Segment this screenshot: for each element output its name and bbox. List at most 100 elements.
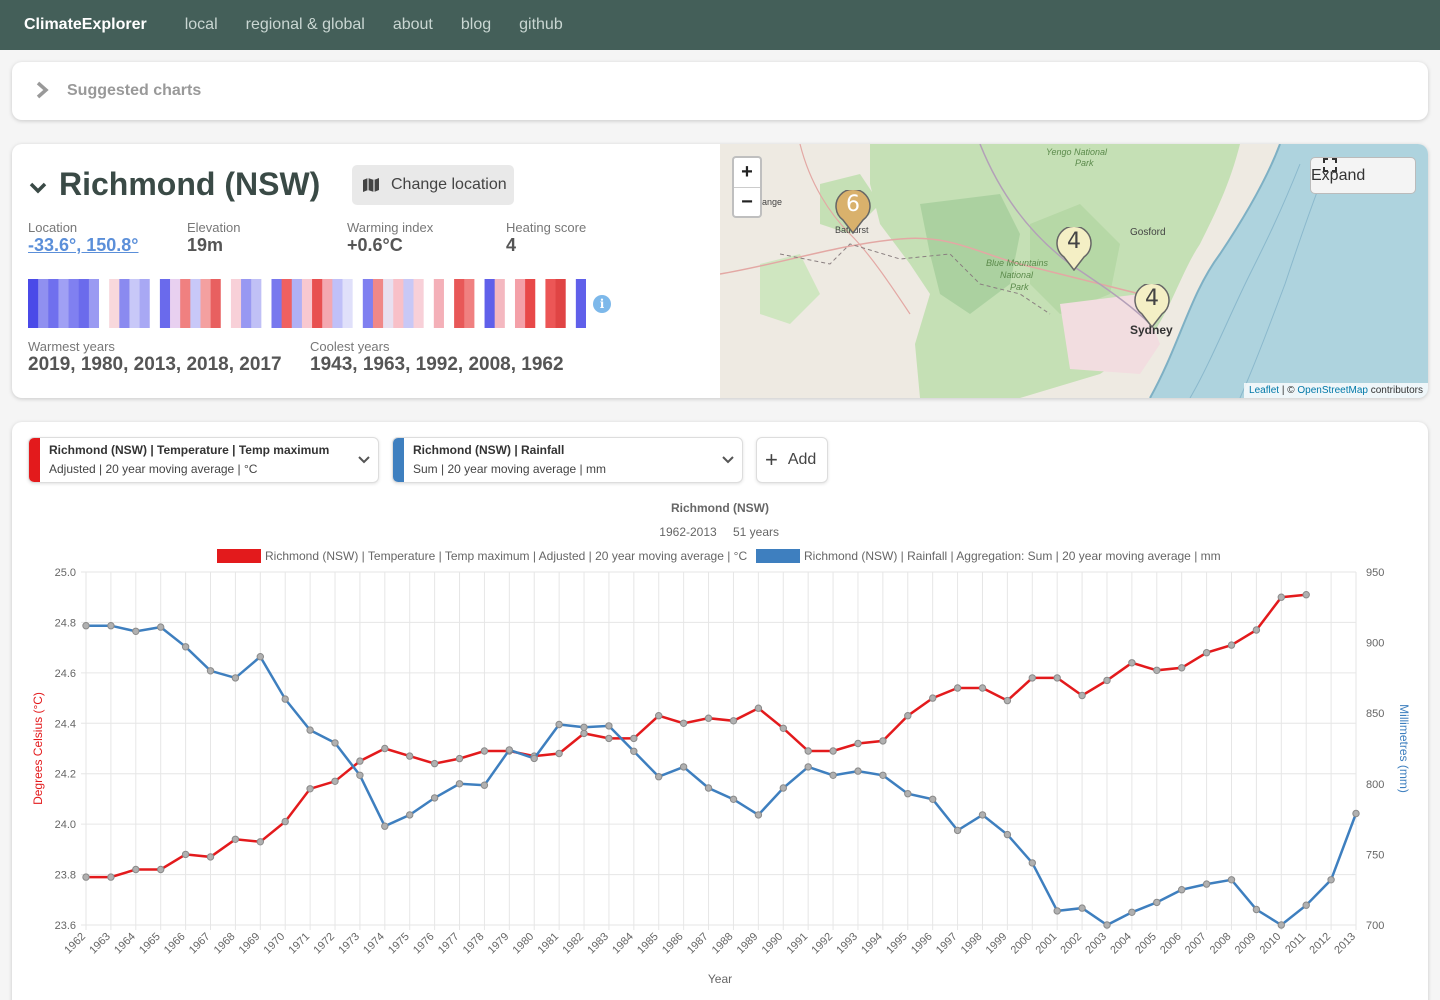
data-point-temperature bbox=[381, 744, 389, 753]
warming-stripe bbox=[261, 279, 272, 328]
nav-link-local[interactable]: local bbox=[185, 16, 218, 34]
map-marker-sydney[interactable]: 4 bbox=[1134, 284, 1170, 328]
nav-link-github[interactable]: github bbox=[519, 16, 563, 34]
warming-stripe bbox=[58, 279, 69, 328]
x-tick-label: 2013 bbox=[1332, 931, 1358, 957]
x-tick-label: 2008 bbox=[1208, 931, 1234, 957]
warming-stripe bbox=[433, 279, 445, 328]
data-point-rainfall bbox=[82, 622, 90, 630]
x-tick-label: 1964 bbox=[112, 931, 138, 957]
zoom-out-button[interactable]: − bbox=[734, 187, 760, 216]
map-place-yengo: Yengo National bbox=[1046, 147, 1108, 157]
warming-stripe bbox=[88, 279, 100, 328]
map-place-gosford: Gosford bbox=[1130, 227, 1166, 238]
series-line-temperature bbox=[86, 593, 1307, 879]
data-point-temperature bbox=[580, 729, 588, 738]
stat-heating-label: Heating score bbox=[506, 220, 587, 235]
data-point-rainfall bbox=[480, 781, 489, 789]
warming-stripe bbox=[352, 279, 364, 328]
suggested-charts-panel[interactable]: Suggested charts bbox=[12, 62, 1428, 120]
marker-count: 6 bbox=[846, 192, 860, 217]
data-point-rainfall bbox=[1327, 876, 1335, 884]
data-point-rainfall bbox=[779, 784, 787, 792]
x-tick-label: 1975 bbox=[386, 931, 412, 957]
coolest-years-value: 1943, 1963, 1992, 2008, 1962 bbox=[310, 354, 564, 375]
y-right-tick-label: 850 bbox=[1366, 708, 1384, 720]
data-point-temperature bbox=[804, 747, 812, 755]
map-marker-blue-mountains[interactable]: 4 bbox=[1056, 227, 1092, 271]
data-point-temperature bbox=[82, 873, 90, 881]
expand-icon bbox=[1323, 158, 1337, 172]
y-right-axis-title: Millimetres (mm) bbox=[1397, 704, 1411, 793]
change-location-button[interactable]: Change location bbox=[352, 165, 514, 205]
warming-stripe bbox=[312, 279, 323, 328]
data-point-rainfall bbox=[505, 746, 513, 754]
data-point-temperature bbox=[704, 714, 713, 722]
stat-elevation-label: Elevation bbox=[187, 220, 241, 235]
location-map[interactable]: Yengo National Park ange Bathurst Gosfor… bbox=[720, 144, 1428, 398]
y-left-tick-label: 24.2 bbox=[55, 769, 76, 781]
data-point-rainfall bbox=[430, 794, 439, 802]
data-point-temperature bbox=[679, 719, 688, 727]
attribution-tail: contributors bbox=[1367, 385, 1423, 396]
chart-title: Richmond (NSW) bbox=[671, 501, 769, 515]
data-point-rainfall bbox=[1078, 904, 1086, 912]
warming-stripe bbox=[474, 279, 485, 328]
x-tick-label: 2006 bbox=[1158, 931, 1184, 957]
data-point-rainfall bbox=[530, 754, 538, 763]
x-tick-label: 1993 bbox=[834, 931, 860, 957]
stat-location-link[interactable]: -33.6°, 150.8° bbox=[28, 235, 138, 256]
zoom-in-button[interactable]: + bbox=[734, 158, 760, 187]
data-point-rainfall bbox=[132, 627, 140, 636]
chevron-down-icon[interactable] bbox=[28, 180, 48, 196]
legend-label-temperature: Richmond (NSW) | Temperature | Temp maxi… bbox=[265, 549, 747, 563]
data-point-rainfall bbox=[1252, 905, 1261, 914]
data-point-temperature bbox=[406, 752, 414, 760]
warming-stripe bbox=[281, 279, 293, 328]
nav-link-blog[interactable]: blog bbox=[461, 16, 491, 34]
data-point-temperature bbox=[1078, 691, 1086, 700]
map-marker-bathurst[interactable]: 6 bbox=[835, 190, 871, 234]
chart-panel: Richmond (NSW) | Temperature | Temp maxi… bbox=[12, 422, 1428, 1000]
x-tick-label: 1966 bbox=[162, 931, 188, 957]
x-tick-label: 1974 bbox=[361, 931, 387, 957]
data-point-temperature bbox=[555, 749, 563, 758]
warming-stripe bbox=[494, 279, 506, 328]
warming-stripe bbox=[342, 279, 354, 328]
x-tick-label: 1996 bbox=[909, 931, 935, 957]
warming-stripe bbox=[322, 279, 333, 328]
warming-stripe bbox=[383, 279, 394, 328]
data-point-rainfall bbox=[1153, 898, 1161, 907]
y-left-tick-label: 24.4 bbox=[55, 718, 76, 730]
data-point-temperature bbox=[1277, 593, 1286, 601]
x-tick-label: 1967 bbox=[187, 931, 213, 957]
warming-stripe bbox=[119, 279, 130, 328]
nav-link-regional-global[interactable]: regional & global bbox=[246, 16, 365, 34]
marker-count: 4 bbox=[1067, 229, 1081, 254]
data-point-rainfall bbox=[904, 790, 912, 798]
x-tick-label: 1998 bbox=[959, 931, 985, 957]
warming-stripe bbox=[48, 279, 59, 328]
info-icon[interactable]: i bbox=[593, 295, 611, 313]
warming-stripe bbox=[271, 279, 283, 328]
osm-link[interactable]: OpenStreetMap bbox=[1297, 385, 1368, 396]
nav-link-about[interactable]: about bbox=[393, 16, 433, 34]
data-point-rainfall bbox=[231, 674, 240, 682]
warming-stripe bbox=[362, 279, 374, 328]
data-point-temperature bbox=[281, 817, 289, 826]
warming-stripe bbox=[413, 279, 425, 328]
leaflet-link[interactable]: Leaflet bbox=[1249, 385, 1279, 396]
data-point-temperature bbox=[605, 734, 613, 743]
x-tick-label: 2009 bbox=[1233, 931, 1259, 957]
brand-logo[interactable]: ClimateExplorer bbox=[24, 16, 147, 34]
x-tick-label: 2003 bbox=[1083, 931, 1109, 957]
warming-stripes bbox=[28, 279, 586, 328]
data-point-rainfall bbox=[729, 795, 738, 803]
warming-stripe bbox=[484, 279, 496, 328]
data-point-temperature bbox=[655, 712, 663, 720]
stat-heating-value: 4 bbox=[506, 235, 517, 255]
warming-stripe bbox=[241, 279, 252, 328]
warming-stripe bbox=[210, 279, 222, 328]
expand-map-button[interactable]: Expand bbox=[1310, 157, 1416, 194]
data-point-temperature bbox=[1252, 626, 1261, 634]
